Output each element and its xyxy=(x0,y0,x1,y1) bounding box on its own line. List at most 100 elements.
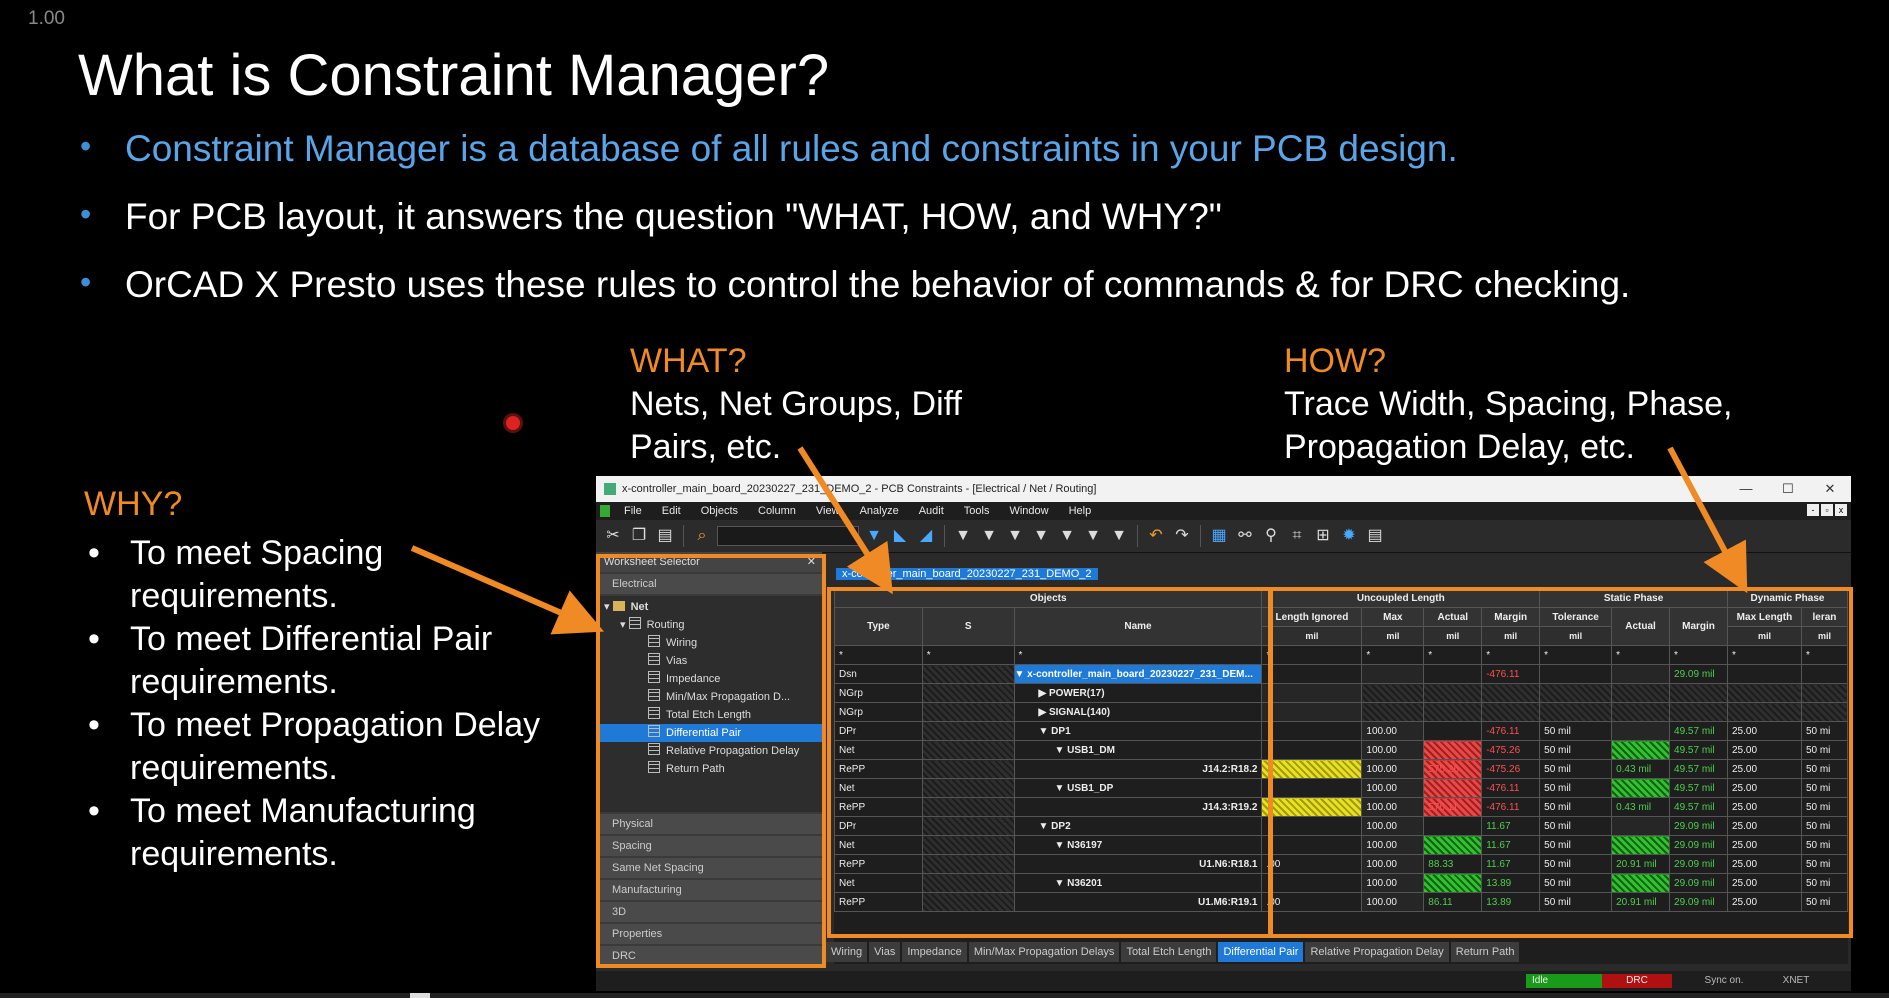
cell-margin[interactable]: 11.67 xyxy=(1481,835,1541,855)
cell-length-ignored[interactable]: .00 xyxy=(1261,892,1363,912)
menu-view[interactable]: View xyxy=(806,505,850,517)
bottom-tab-total-etch[interactable]: Total Etch Length xyxy=(1121,942,1217,962)
cell-tolerance[interactable] xyxy=(1539,683,1613,703)
col-max[interactable]: Max xyxy=(1361,607,1425,627)
tree-item-relative-prop[interactable]: Relative Propagation Delay xyxy=(596,742,822,760)
tree-item-wiring[interactable]: Wiring xyxy=(596,634,822,652)
cell-max[interactable] xyxy=(1361,683,1425,703)
cell-static-margin[interactable]: 49.57 mil xyxy=(1669,759,1728,779)
cut-icon[interactable]: ✂ xyxy=(602,525,624,547)
table-row[interactable]: Net ▼ USB1_DP 100.00 -476.11 50 mil 49.57 mil… xyxy=(834,778,1849,798)
col-actual[interactable]: Actual xyxy=(1423,607,1483,627)
tree-item-min-max-prop[interactable]: Min/Max Propagation D... xyxy=(596,688,822,706)
cell-margin[interactable]: -476.11 xyxy=(1481,778,1541,798)
filter-cell[interactable]: * xyxy=(1261,645,1363,665)
expand-icon[interactable]: ▾ xyxy=(620,619,629,631)
cell-s[interactable] xyxy=(921,892,1015,912)
section-electrical[interactable]: Electrical xyxy=(596,574,822,594)
cell-actual[interactable] xyxy=(1423,721,1483,741)
close-icon[interactable]: ✕ xyxy=(1809,476,1851,502)
topology-icon[interactable]: ⚲ xyxy=(1260,525,1282,547)
cell-type[interactable]: Dsn xyxy=(834,664,923,684)
section-manufacturing[interactable]: Manufacturing xyxy=(596,880,822,900)
cell-s[interactable] xyxy=(921,854,1015,874)
cell-tolerance[interactable]: 50 mil xyxy=(1539,816,1613,836)
cell-type[interactable]: RePP xyxy=(834,759,923,779)
menu-column[interactable]: Column xyxy=(748,505,806,517)
table-row[interactable]: NGrp ▶ POWER(17) xyxy=(834,683,1849,703)
tree-item-net[interactable]: ▾ Net xyxy=(596,598,822,616)
cell-dyn-tolerance[interactable]: 50 mi xyxy=(1800,816,1849,836)
redo-icon[interactable]: ↷ xyxy=(1171,525,1193,547)
cell-actual[interactable] xyxy=(1423,740,1483,760)
tree-item-total-etch[interactable]: Total Etch Length xyxy=(596,706,822,724)
filter-icon[interactable]: ▼ xyxy=(978,525,1000,547)
worksheet-icon[interactable]: ▦ xyxy=(1208,525,1230,547)
filter-cell[interactable]: * xyxy=(1669,645,1728,665)
filter-cell[interactable]: * xyxy=(1481,645,1541,665)
mdi-minimize-icon[interactable]: - xyxy=(1807,504,1819,516)
table-row[interactable]: DPr ▼ DP1 100.00 -476.11 50 mil 49.57 mil 25.0… xyxy=(834,721,1849,741)
cell-s[interactable] xyxy=(921,816,1015,836)
paste-icon[interactable]: ▤ xyxy=(654,525,676,547)
cell-static-margin[interactable]: 29.09 mil xyxy=(1669,835,1728,855)
bottom-tab-min-max-prop[interactable]: Min/Max Propagation Delays xyxy=(968,942,1120,962)
filter-icon[interactable]: ▼ xyxy=(1030,525,1052,547)
cell-margin[interactable]: -475.26 xyxy=(1481,740,1541,760)
close-icon[interactable]: ✕ xyxy=(807,552,816,572)
filter-cell[interactable]: * xyxy=(834,645,923,665)
cell-length-ignored[interactable] xyxy=(1261,759,1363,779)
filter-cell[interactable]: * xyxy=(921,645,1015,665)
cell-max-length[interactable] xyxy=(1726,683,1802,703)
table-row[interactable]: NGrp ▶ SIGNAL(140) xyxy=(834,702,1849,722)
cell-type[interactable]: Net xyxy=(834,740,923,760)
cell-name[interactable]: ▼ USB1_DM xyxy=(1013,740,1263,760)
cell-max[interactable]: 100.00 xyxy=(1361,854,1425,874)
cell-static-margin[interactable]: 29.09 mil xyxy=(1669,892,1728,912)
next-icon[interactable]: ◢ xyxy=(915,525,937,547)
col-tolerance-dyn[interactable]: leran xyxy=(1800,607,1849,627)
cell-s[interactable] xyxy=(921,664,1015,684)
tree-item-vias[interactable]: Vias xyxy=(596,652,822,670)
col-type[interactable]: Type xyxy=(834,607,923,646)
cell-max[interactable]: 100.00 xyxy=(1361,797,1425,817)
cell-name[interactable]: J14.2:R18.2 xyxy=(1013,759,1263,779)
cell-dyn-tolerance[interactable]: 50 mi xyxy=(1800,797,1849,817)
cell-s[interactable] xyxy=(921,740,1015,760)
cell-static-actual[interactable] xyxy=(1611,816,1671,836)
cell-static-margin[interactable]: 29.09 mil xyxy=(1669,816,1728,836)
cell-type[interactable]: Net xyxy=(834,835,923,855)
cell-dyn-tolerance[interactable]: 50 mi xyxy=(1800,835,1849,855)
table-row[interactable]: RePP U1.M6:R19.1.00 100.00 86.11 13.89 50 mil… xyxy=(834,892,1849,912)
cell-tolerance[interactable]: 50 mil xyxy=(1539,778,1613,798)
table-row[interactable]: Net ▼ USB1_DM 100.00 -475.26 50 mil 49.57 mil… xyxy=(834,740,1849,760)
cell-max-length[interactable] xyxy=(1726,702,1802,722)
cell-tolerance[interactable]: 50 mil xyxy=(1539,740,1613,760)
cell-length-ignored[interactable] xyxy=(1261,816,1363,836)
cell-actual[interactable]: 86.11 xyxy=(1423,892,1483,912)
cell-static-margin[interactable]: 49.57 mil xyxy=(1669,721,1728,741)
col-static-margin[interactable]: Margin xyxy=(1669,607,1728,646)
net-tree-icon[interactable]: ⚯ xyxy=(1234,525,1256,547)
cell-max-length[interactable]: 25.00 xyxy=(1726,892,1802,912)
cell-type[interactable]: NGrp xyxy=(834,683,923,703)
col-max-length[interactable]: Max Length xyxy=(1726,607,1802,627)
cell-max[interactable]: 100.00 xyxy=(1361,835,1425,855)
cell-static-actual[interactable]: 0.43 mil xyxy=(1611,759,1671,779)
section-drc[interactable]: DRC xyxy=(596,946,822,966)
table-row[interactable]: RePP J14.2:R18.2 100.00 575.26 -475.26 50 mil… xyxy=(834,759,1849,779)
cell-length-ignored[interactable] xyxy=(1261,721,1363,741)
cell-max[interactable]: 100.00 xyxy=(1361,778,1425,798)
cell-s[interactable] xyxy=(921,683,1015,703)
cell-tolerance[interactable]: 50 mil xyxy=(1539,721,1613,741)
filter-cell[interactable]: * xyxy=(1423,645,1483,665)
cell-type[interactable]: DPr xyxy=(834,721,923,741)
cell-dyn-tolerance[interactable]: 50 mi xyxy=(1800,778,1849,798)
cell-max[interactable]: 100.00 xyxy=(1361,740,1425,760)
cell-static-margin[interactable]: 49.57 mil xyxy=(1669,778,1728,798)
cell-type[interactable]: Net xyxy=(834,873,923,893)
cell-margin[interactable] xyxy=(1481,702,1541,722)
cell-margin[interactable]: -476.11 xyxy=(1481,664,1541,684)
cell-type[interactable]: Net xyxy=(834,778,923,798)
object-select-dropdown[interactable] xyxy=(717,526,859,546)
